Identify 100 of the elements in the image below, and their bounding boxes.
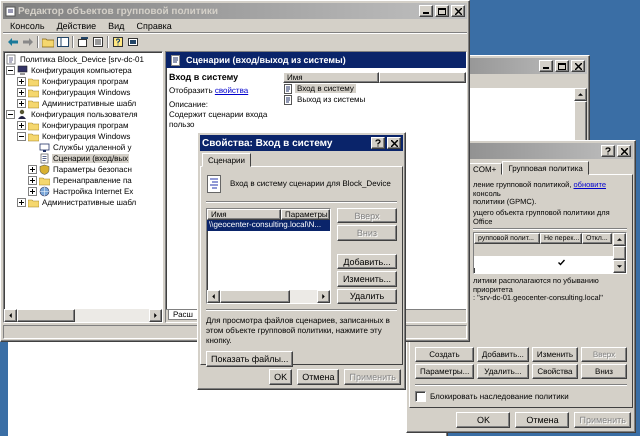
dialog-button[interactable]: OK — [269, 369, 292, 385]
plus-icon — [19, 101, 24, 106]
list-item[interactable]: Вход в систему — [295, 84, 356, 93]
expander-button[interactable] — [17, 99, 26, 108]
menu-item[interactable]: Действие — [52, 20, 102, 30]
minimize-button[interactable] — [419, 5, 433, 17]
dialog-button[interactable]: Добавить... — [476, 347, 529, 362]
folder-icon — [28, 98, 39, 109]
close-button[interactable] — [387, 137, 401, 149]
dialog-button[interactable]: Удалить — [337, 288, 397, 304]
properties-link[interactable]: свойства — [214, 86, 248, 95]
dialog-button[interactable]: Отмена — [515, 412, 570, 428]
up-arrow-icon — [617, 237, 622, 242]
maximize-button[interactable] — [435, 5, 449, 17]
folder-icon — [39, 175, 50, 186]
window-icon[interactable] — [77, 36, 89, 48]
tab[interactable]: Сценарии — [202, 153, 251, 167]
dialog-button[interactable]: Изменить... — [337, 271, 397, 287]
scrollbar[interactable] — [4, 309, 162, 322]
column-header[interactable]: Имя — [283, 72, 379, 83]
up-arrow-icon — [578, 92, 583, 97]
expander-button[interactable] — [6, 110, 15, 119]
dialog-button[interactable]: Создать — [415, 347, 474, 362]
maximize-icon — [438, 8, 446, 14]
pane-icon[interactable] — [57, 36, 69, 48]
list-row[interactable]: \\geocenter-consulting.local\N... — [207, 220, 330, 231]
window-title: Свойства: Вход в систему — [202, 138, 334, 148]
dialog-button[interactable]: Изменить — [532, 347, 578, 362]
menu-item[interactable]: Консоль — [5, 20, 50, 30]
tree-item[interactable]: Конфигурация Windows — [41, 88, 132, 97]
document-icon — [170, 54, 181, 66]
right-arrow-icon — [321, 294, 326, 299]
tree-item[interactable]: Административные шабл — [41, 99, 138, 108]
help-icon[interactable] — [112, 36, 124, 48]
checkbox[interactable] — [415, 391, 426, 402]
help-button[interactable] — [371, 137, 385, 149]
dialog-button[interactable]: Добавить... — [337, 254, 397, 270]
question-mark-icon — [605, 147, 611, 155]
close-icon — [620, 148, 628, 154]
tree-item[interactable]: Сценарии (вход/вых — [52, 154, 130, 163]
back-arrow-icon[interactable] — [7, 36, 19, 48]
view-tab[interactable]: Расш — [168, 310, 198, 320]
folder-icon — [28, 120, 39, 131]
dialog-button[interactable]: Параметры... — [415, 364, 474, 379]
tab[interactable]: COM+ — [467, 163, 502, 175]
list-icon[interactable] — [92, 36, 104, 48]
tree-item[interactable]: Конфигурация Windows — [41, 132, 132, 141]
tree-item[interactable]: Конфигурация пользователя — [30, 110, 139, 119]
action-text: Отобразить свойства — [169, 86, 250, 96]
expander-button[interactable] — [28, 165, 37, 174]
expander-button[interactable] — [28, 176, 37, 185]
expander-button[interactable] — [6, 66, 15, 75]
description-text: Содержит сценарии входа пользо — [169, 110, 268, 130]
dialog-button[interactable]: Отмена — [297, 369, 340, 385]
column-header[interactable]: Параметры — [281, 209, 330, 220]
show-files-button[interactable]: Показать файлы... — [206, 351, 294, 367]
scrollbar[interactable] — [613, 233, 626, 273]
close-icon — [574, 62, 582, 70]
help-button[interactable] — [601, 145, 615, 157]
tree-item[interactable]: Настройка Internet Ex — [52, 187, 134, 196]
tree-item[interactable]: Службы удаленной у — [52, 143, 132, 152]
expander-button[interactable] — [17, 121, 26, 130]
window-icon[interactable] — [127, 36, 139, 48]
dialog-button[interactable]: Удалить... — [476, 364, 529, 379]
expander-button[interactable] — [28, 187, 37, 196]
globe-icon — [39, 186, 50, 197]
dialog-button[interactable]: OK — [456, 412, 510, 428]
folder-icon — [28, 131, 39, 142]
question-mark-icon — [375, 139, 381, 147]
plus-icon — [19, 123, 24, 128]
tab[interactable]: Групповая политика — [502, 161, 589, 175]
column-header[interactable]: Имя — [207, 209, 281, 220]
tree-item[interactable]: Конфигурация компьютера — [30, 66, 133, 75]
document-icon — [283, 94, 293, 104]
tree-item[interactable]: Административные шабл — [41, 198, 138, 207]
dialog-button[interactable]: Вниз — [581, 364, 627, 379]
description-label: Описание: — [169, 100, 210, 110]
dialog-button[interactable]: Свойства — [532, 364, 578, 379]
expander-button[interactable] — [17, 77, 26, 86]
expander-button[interactable] — [17, 132, 26, 141]
expander-button[interactable] — [17, 88, 26, 97]
minus-icon — [8, 68, 13, 73]
tree-item[interactable]: Параметры безопасн — [52, 165, 133, 174]
down-arrow-icon — [617, 264, 622, 269]
plus-icon — [30, 189, 35, 194]
menu-item[interactable]: Вид — [103, 20, 130, 30]
list-item[interactable]: Выход из системы — [295, 95, 368, 104]
maximize-button[interactable] — [555, 60, 569, 72]
tree-item[interactable]: Перенаправление па — [52, 176, 133, 185]
close-button[interactable] — [617, 145, 631, 157]
close-button[interactable] — [571, 60, 585, 72]
menu-item[interactable]: Справка — [131, 20, 177, 30]
minimize-button[interactable] — [539, 60, 553, 72]
scrollbar[interactable] — [207, 290, 330, 303]
close-button[interactable] — [451, 5, 465, 17]
tree-item[interactable]: Конфигурация програм — [41, 77, 130, 86]
tree-item[interactable]: Политика Block_Device [srv-dc-01 — [19, 55, 145, 64]
user-icon — [17, 109, 28, 120]
tree-item[interactable]: Конфигурация програм — [41, 121, 130, 130]
expander-button[interactable] — [17, 198, 26, 207]
